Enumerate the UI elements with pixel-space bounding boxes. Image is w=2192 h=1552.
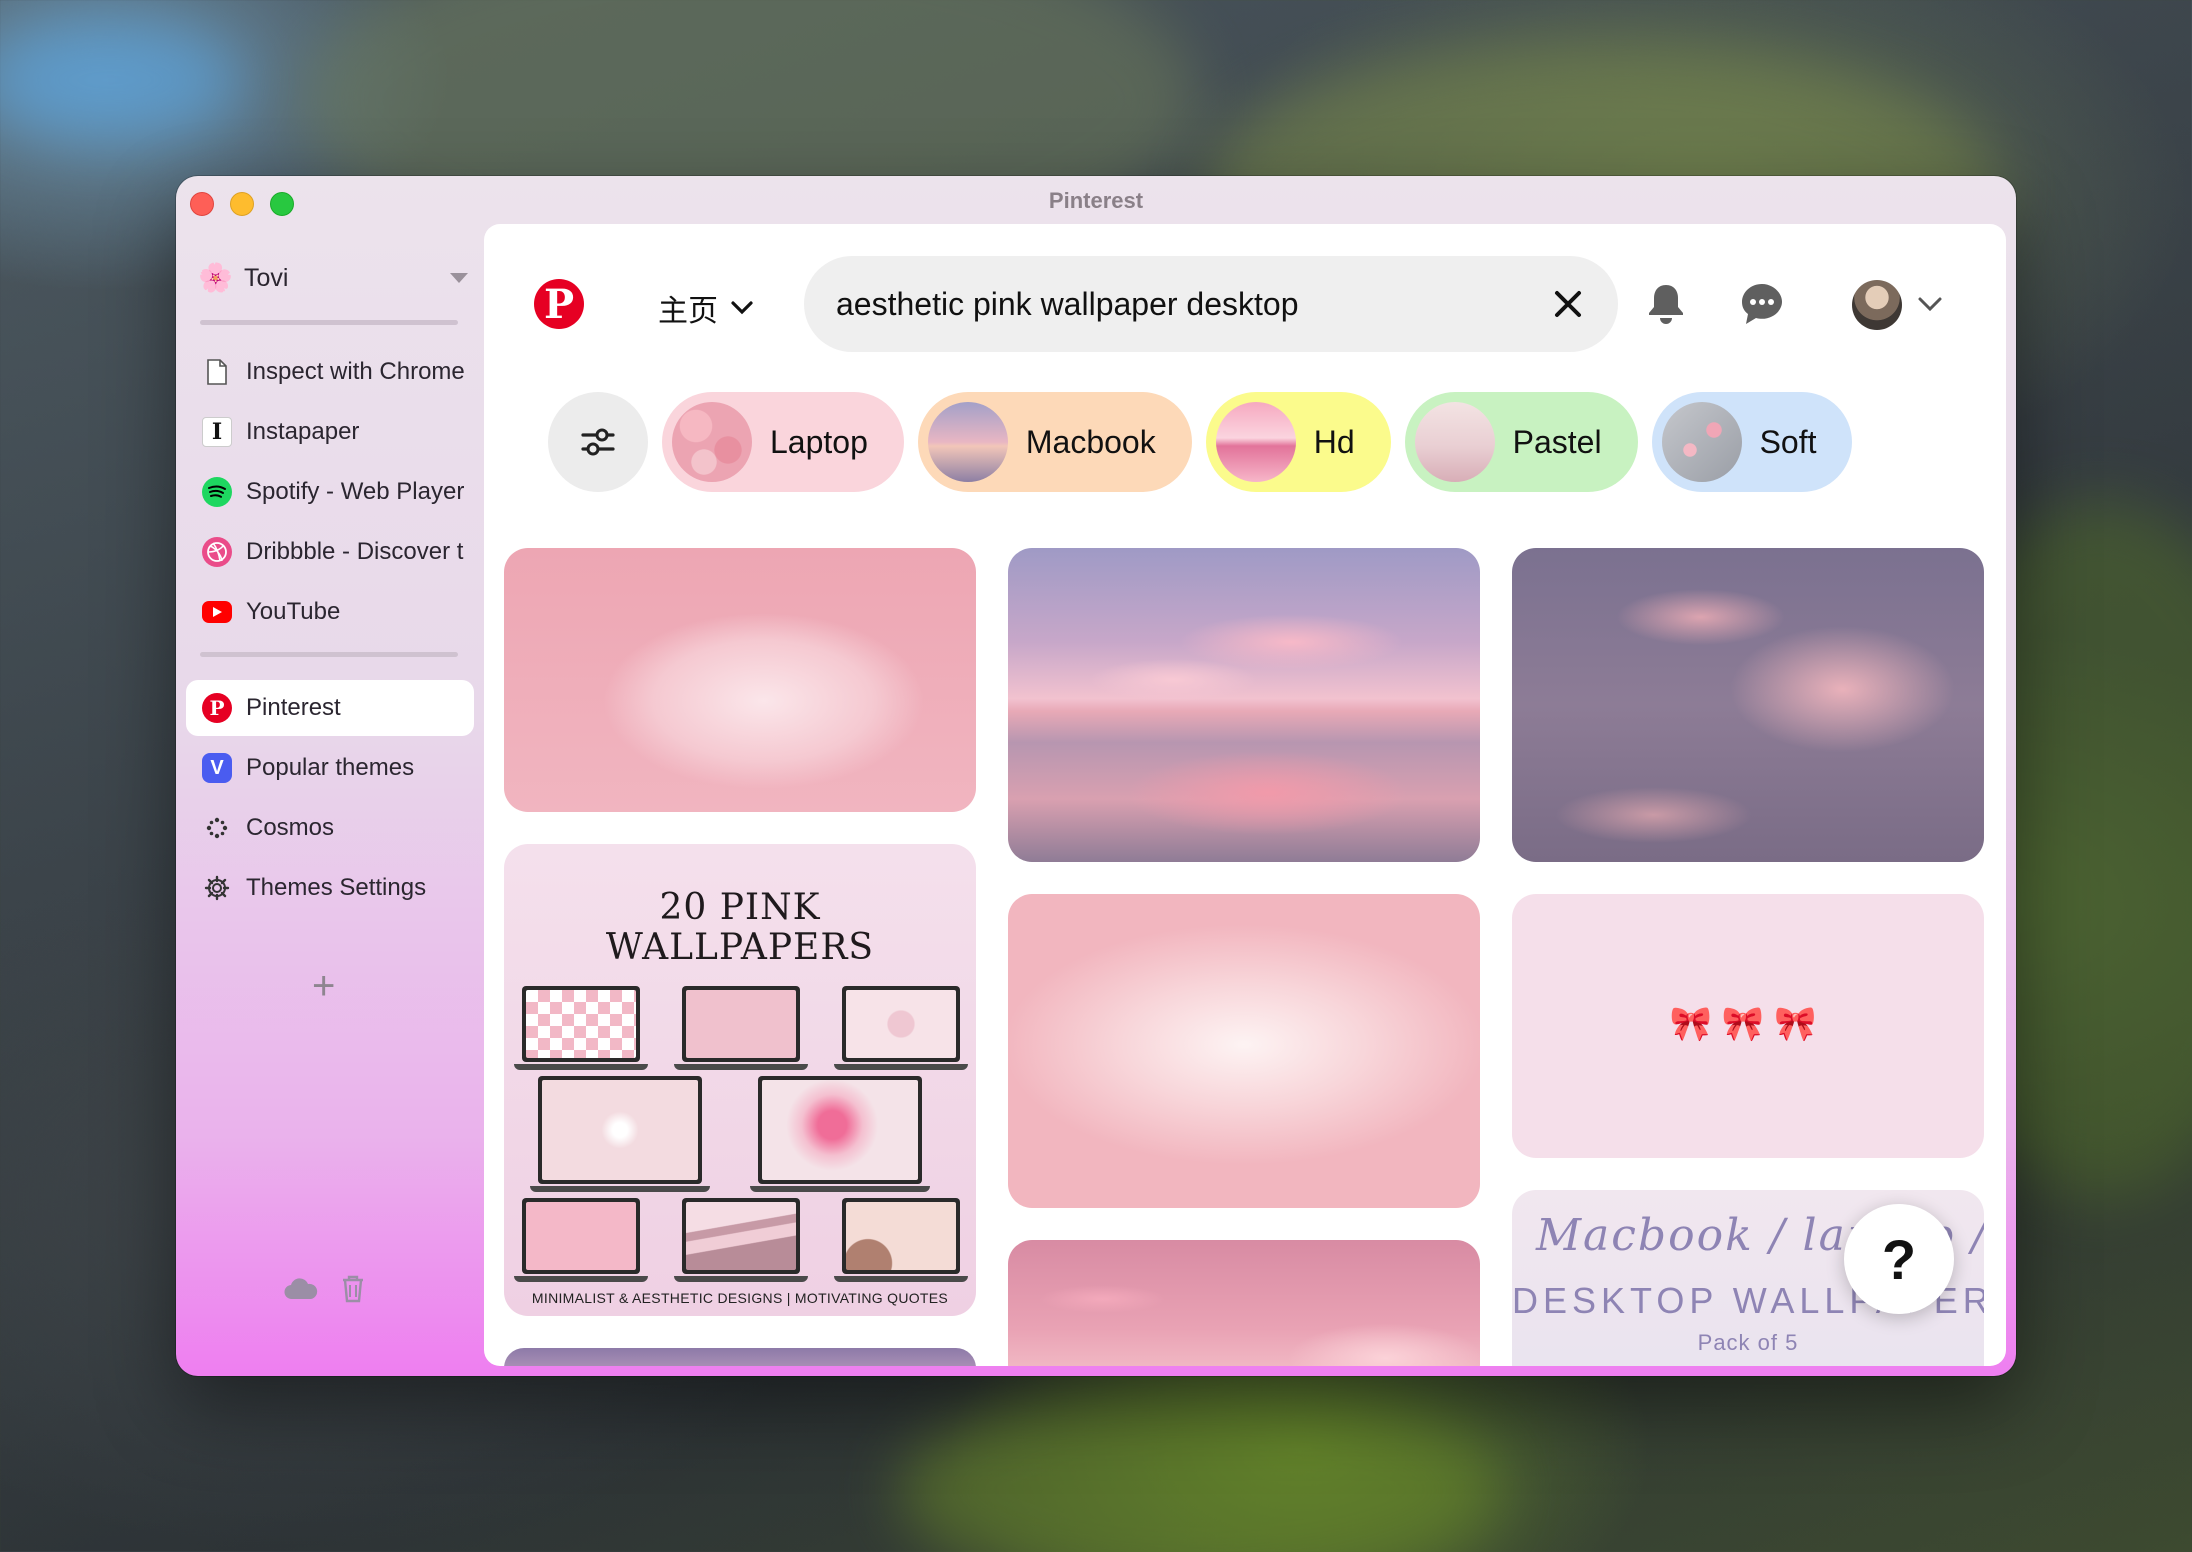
caret-down-icon[interactable]: [450, 273, 468, 283]
gear-icon: [202, 873, 232, 903]
chip-label: Pastel: [1512, 423, 1602, 460]
add-tab-button[interactable]: +: [312, 966, 335, 1006]
search-filter-chips: Laptop Macbook Hd Pastel Soft: [548, 392, 1853, 492]
sidebar-item-cosmos[interactable]: Cosmos: [186, 800, 474, 856]
bell-icon: [1649, 285, 1683, 324]
profile-name: Tovi: [244, 263, 289, 292]
laptop-mockup: [674, 1198, 808, 1282]
chip-thumbnail: [1215, 402, 1296, 482]
help-button[interactable]: ?: [1844, 1204, 1954, 1314]
laptop-mockup: [514, 1198, 648, 1282]
sidebar: 🌸 Tovi Inspect with Chrome I Instapaper …: [176, 226, 482, 1376]
avatar[interactable]: [1852, 280, 1902, 330]
sidebar-item-instapaper[interactable]: I Instapaper: [186, 404, 474, 460]
trash-icon[interactable]: [340, 1274, 366, 1309]
sidebar-item-label: Cosmos: [246, 814, 335, 841]
chip-hd[interactable]: Hd: [1205, 392, 1391, 492]
pin-partial[interactable]: [504, 1348, 976, 1366]
notifications-button[interactable]: [1636, 274, 1696, 334]
chat-icon: [1742, 284, 1782, 324]
wallpapers-footer: MINIMALIST & AESTHETIC DESIGNS | MOTIVAT…: [531, 1290, 949, 1306]
pin-pink-gradient[interactable]: [1008, 894, 1480, 1208]
sidebar-item-label: Popular themes: [246, 754, 415, 781]
laptop-mockup: [834, 1198, 968, 1282]
chip-thumbnail: [927, 402, 1008, 482]
sidebar-item-youtube[interactable]: YouTube: [186, 584, 474, 640]
sidebar-footer: [284, 1274, 366, 1309]
profile-switcher[interactable]: 🌸 Tovi: [198, 258, 468, 298]
sidebar-item-themes-settings[interactable]: Themes Settings: [186, 860, 474, 916]
browser-window: Pinterest 🌸 Tovi Inspect with Chrome I I…: [176, 176, 2016, 1376]
chip-thumbnail: [1661, 402, 1742, 482]
pin-anime-clouds[interactable]: [1008, 1240, 1480, 1366]
youtube-icon: [202, 601, 232, 623]
pin-pink-beach-sunset[interactable]: [1008, 548, 1480, 862]
wallpapers-title: 20 PINK: [659, 887, 821, 928]
sidebar-item-label: Themes Settings: [246, 874, 427, 901]
sidebar-item-pinterest[interactable]: P Pinterest: [186, 680, 474, 736]
pin-outlined-clouds[interactable]: [1512, 548, 1984, 862]
chip-macbook[interactable]: Macbook: [917, 392, 1192, 492]
pinterest-icon: P: [202, 693, 232, 723]
sidebar-item-inspect[interactable]: Inspect with Chrome: [186, 344, 474, 400]
chip-label: Macbook: [1025, 423, 1156, 460]
search-input[interactable]: aesthetic pink wallpaper desktop: [836, 286, 1538, 323]
search-bar[interactable]: aesthetic pink wallpaper desktop: [804, 256, 1618, 352]
sidebar-item-dribbble[interactable]: Dribbble - Discover t: [186, 524, 474, 580]
spotify-icon: [202, 477, 232, 507]
pin-bows[interactable]: 🎀🎀🎀: [1512, 894, 1984, 1158]
sidebar-item-label: Instapaper: [246, 418, 360, 445]
bows-icon: 🎀🎀🎀: [1669, 1005, 1827, 1043]
chip-thumbnail: [1414, 402, 1495, 482]
sidebar-item-label: Pinterest: [246, 694, 341, 721]
home-label: 主页: [658, 295, 718, 328]
instapaper-icon: I: [202, 417, 232, 447]
pin-20-pink-wallpapers[interactable]: 20 PINK WALLPAPERS MINIMALIST & AESTHETI…: [504, 844, 976, 1316]
document-icon: [202, 357, 232, 387]
chip-label: Hd: [1313, 423, 1355, 460]
chip-label: Soft: [1759, 423, 1817, 460]
sliders-icon: [581, 428, 615, 456]
close-icon: [1555, 291, 1581, 317]
mountain-ridge: [900, 1380, 1500, 1552]
cosmos-icon: [202, 813, 232, 843]
sidebar-divider: [200, 652, 458, 657]
window-title: Pinterest: [1048, 188, 1144, 213]
laptop-mockup: [834, 986, 968, 1070]
web-content: P 主页 aesthetic pink wallpaper desktop La…: [484, 224, 2006, 1366]
pin-pink-cloud[interactable]: [504, 548, 976, 812]
laptop-mockup: [514, 986, 648, 1070]
chevron-down-icon: [1918, 297, 1942, 312]
title-bar: Pinterest: [176, 176, 2016, 226]
messages-button[interactable]: [1732, 274, 1792, 334]
sidebar-item-label: YouTube: [246, 598, 341, 625]
dribbble-icon: [202, 537, 232, 567]
sidebar-item-label: Inspect with Chrome: [246, 358, 465, 385]
laptop-mockup: [674, 986, 808, 1070]
chip-thumbnail: [672, 402, 752, 482]
pinterest-logo[interactable]: P: [534, 279, 584, 329]
sidebar-divider: [200, 320, 458, 325]
lake: [0, 20, 240, 140]
wallpapers-title-line2: WALLPAPERS: [605, 927, 875, 968]
laptop-mockup: [750, 1076, 930, 1192]
chevron-down-icon: [731, 301, 753, 315]
laptop-mockup: [530, 1076, 710, 1192]
sidebar-item-spotify[interactable]: Spotify - Web Player: [186, 464, 474, 520]
sidebar-item-popular-themes[interactable]: V Popular themes: [186, 740, 474, 796]
home-dropdown[interactable]: 主页: [658, 286, 754, 330]
flower-icon: 🌸: [198, 262, 233, 293]
sidebar-item-label: Spotify - Web Player: [246, 478, 465, 505]
sidebar-item-label: Dribbble - Discover t: [246, 538, 464, 565]
filter-button[interactable]: [548, 392, 648, 492]
chip-laptop[interactable]: Laptop: [662, 392, 904, 492]
cloud-icon[interactable]: [284, 1277, 318, 1306]
vivaldi-icon: V: [202, 753, 232, 783]
clear-search-button[interactable]: [1538, 274, 1598, 334]
desktop-subtitle: Pack of 5: [1697, 1330, 1799, 1355]
account-menu-button[interactable]: [1900, 274, 1960, 334]
chip-pastel[interactable]: Pastel: [1404, 392, 1638, 492]
chip-label: Laptop: [770, 423, 868, 460]
chip-soft[interactable]: Soft: [1651, 392, 1853, 492]
